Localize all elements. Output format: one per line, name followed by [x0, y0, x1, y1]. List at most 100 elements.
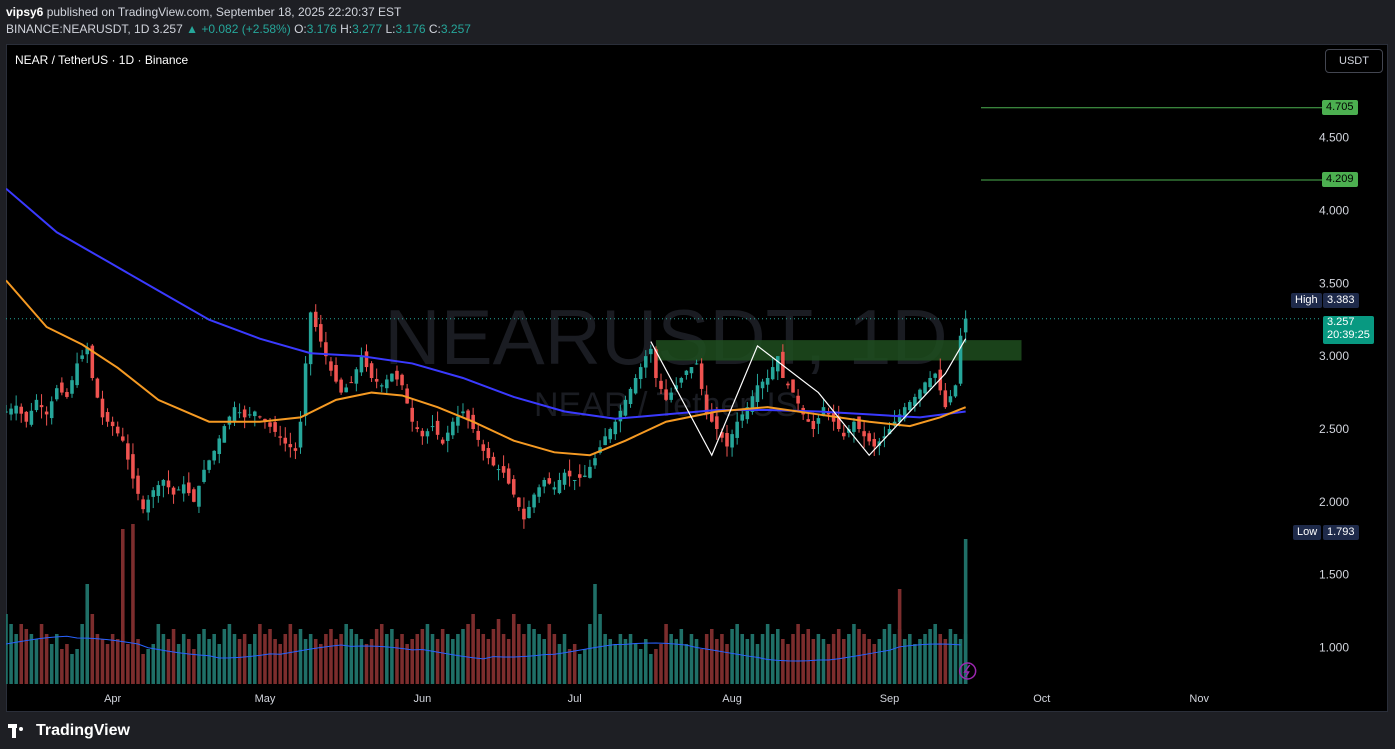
candle-body [207, 460, 211, 470]
candle-body [212, 450, 216, 461]
candle-body [816, 418, 821, 424]
volume-bar [836, 629, 841, 684]
candle-body [623, 399, 628, 416]
candle-body [121, 436, 125, 441]
volume-bar [852, 624, 856, 684]
volume-bar [522, 634, 526, 684]
volume-bar [689, 634, 694, 684]
volume-bar [928, 629, 932, 684]
volume-bar [197, 634, 201, 684]
volume-bar [633, 644, 638, 684]
candle-body [430, 426, 435, 428]
volume-bar [75, 649, 79, 684]
volume-bar [613, 644, 618, 684]
candle-body [953, 385, 958, 397]
volume-bar [740, 634, 745, 684]
volume-bar [806, 629, 811, 684]
candle-body [577, 474, 582, 478]
volume-bar [496, 619, 501, 684]
volume-bar [187, 639, 191, 684]
candle-body [451, 421, 455, 436]
candle-body [379, 385, 384, 387]
volume-bar [643, 639, 648, 684]
volume-bar [435, 639, 440, 684]
volume-bar [430, 634, 435, 684]
candle-body [862, 431, 866, 437]
volume-bar [877, 639, 882, 684]
tradingview-logo[interactable]: TradingView [8, 722, 130, 740]
volume-bar [786, 644, 790, 684]
currency-button[interactable]: USDT [1325, 49, 1383, 73]
candle-body [522, 508, 526, 520]
candle-body [242, 409, 247, 418]
volume-bar [39, 624, 44, 684]
y-axis-tick-label: 1.000 [1319, 641, 1349, 655]
volume-bar [395, 639, 399, 684]
volume-bar [364, 644, 369, 684]
volume-bar [781, 639, 785, 684]
candle-body [572, 480, 577, 481]
candle-body [268, 422, 272, 427]
candle-body [110, 421, 115, 427]
volume-bar [745, 639, 750, 684]
volume-bar [390, 629, 394, 684]
candle-body [247, 414, 252, 416]
candle-body [776, 356, 780, 372]
candle-body [872, 439, 877, 447]
volume-bar [623, 639, 628, 684]
volume-bar [400, 634, 404, 684]
price-chart[interactable]: NEARUSDT, 1DNEAR / TetherUS4.5004.0003.5… [6, 44, 1388, 712]
volume-bar [324, 634, 328, 684]
volume-bar [349, 629, 354, 684]
published-text: published on TradingView.com, September … [46, 5, 402, 19]
candle-body [684, 370, 689, 376]
candle-body [298, 421, 303, 448]
y-axis-tick-label: 4.500 [1319, 131, 1349, 145]
candle-body [197, 485, 201, 507]
candle-body [354, 369, 359, 384]
volume-bar [750, 634, 755, 684]
candle-body [786, 383, 790, 386]
candle-body [481, 444, 486, 451]
candle-body [943, 390, 948, 408]
volume-bar [34, 639, 39, 684]
volume-bar [649, 654, 653, 684]
volume-bar [603, 634, 607, 684]
candle-body [6, 411, 8, 413]
volume-bar [344, 624, 348, 684]
candle-body [288, 444, 293, 448]
volume-bar [44, 634, 49, 684]
volume-bar [466, 624, 470, 684]
volume-bar [679, 629, 684, 684]
volume-bar [131, 524, 135, 684]
volume-bar [842, 639, 846, 684]
candle-body [506, 468, 511, 484]
candle-body [202, 469, 206, 482]
high-value: 3.277 [352, 22, 383, 36]
volume-bar [263, 634, 267, 684]
candle-body [141, 499, 145, 510]
y-axis-tick-label: 1.500 [1319, 568, 1349, 582]
candle-body [476, 430, 480, 440]
candle-body [115, 426, 120, 434]
change-value: +0.082 (+2.58%) [201, 22, 291, 36]
volume-bar [897, 589, 902, 684]
candle-body [253, 411, 257, 417]
y-axis-tick-label: 3.500 [1319, 276, 1349, 290]
publisher-name[interactable]: vipsy6 [6, 5, 43, 19]
candle-body [562, 472, 567, 485]
chart-symbol-title: NEAR / TetherUS · 1D · Binance [15, 53, 189, 67]
footer-bar [0, 712, 1395, 749]
candle-body [638, 367, 643, 380]
x-axis-tick-label: Aug [722, 693, 742, 705]
change-arrow-icon: ▲ [186, 22, 198, 36]
high-value-tag: 3.383 [1323, 292, 1359, 308]
volume-bar [770, 634, 775, 684]
volume-bar [725, 644, 729, 684]
volume-bar [938, 634, 943, 684]
candle-body [857, 416, 861, 429]
candle-body [517, 497, 521, 507]
candle-body [54, 388, 59, 400]
candle-body [339, 379, 343, 393]
volume-bar [821, 639, 826, 684]
